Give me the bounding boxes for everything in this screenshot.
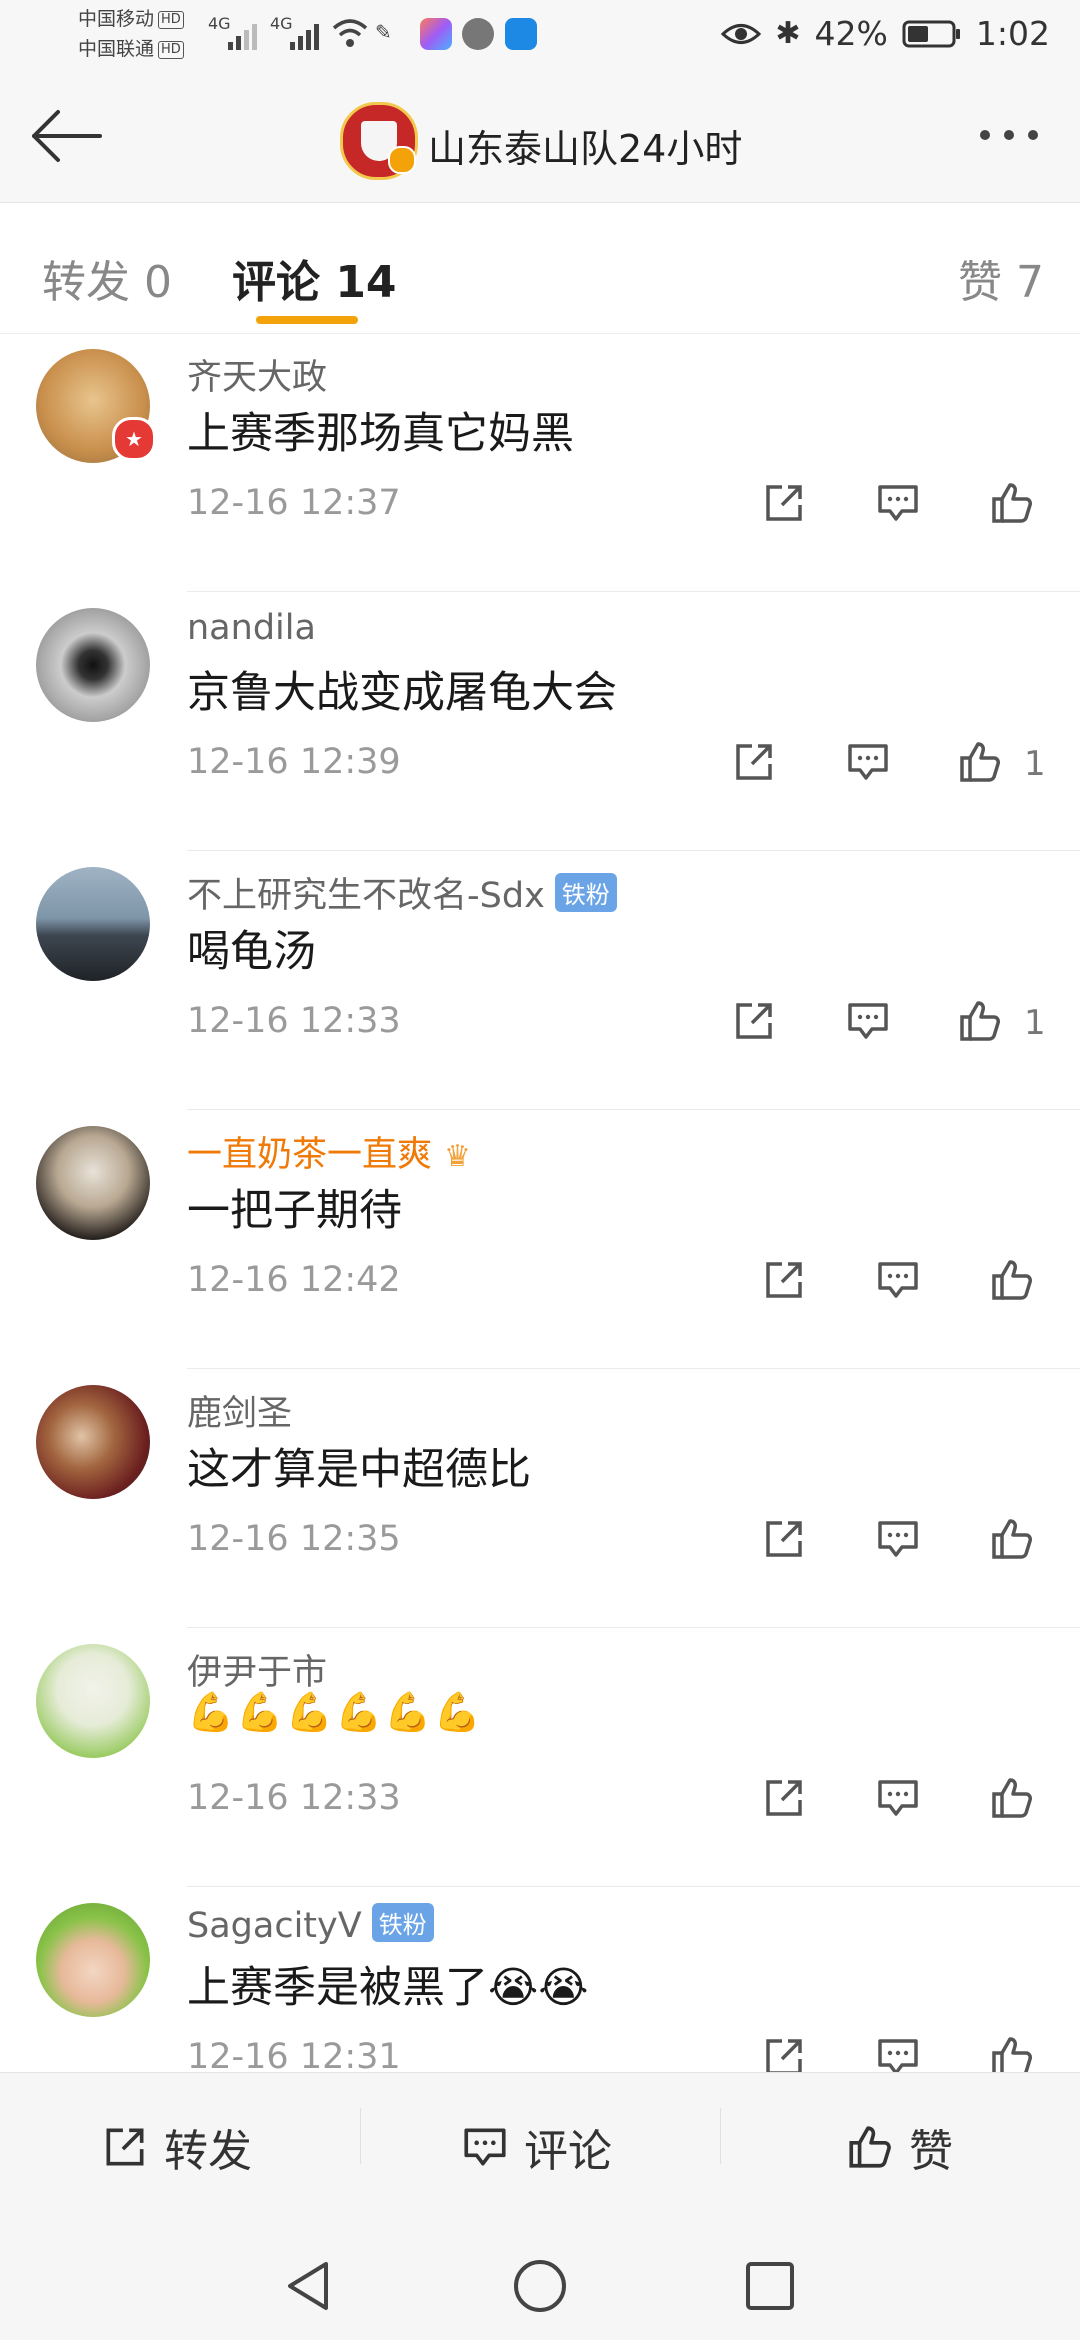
share-icon[interactable] bbox=[760, 1774, 808, 1822]
status-right: ✱ 42% 1:02 bbox=[721, 14, 1050, 53]
share-icon[interactable] bbox=[760, 1256, 808, 1304]
repost-label: 转发 bbox=[164, 2126, 252, 2177]
comment-text: 💪💪💪💪💪💪 bbox=[187, 1690, 483, 1734]
status-bar: 中国移动 HD 中国联通 HD 4G 4G ✎ ✱ 42% 1:02 bbox=[0, 0, 1080, 72]
fan-badge: 铁粉 bbox=[371, 1903, 434, 1942]
like-icon[interactable] bbox=[988, 1256, 1036, 1304]
app-icon-gray bbox=[462, 18, 494, 50]
reply-icon[interactable] bbox=[844, 738, 892, 786]
battery-icon bbox=[902, 20, 960, 47]
separator bbox=[360, 2108, 361, 2164]
tab-repost[interactable]: 转发 0 bbox=[42, 246, 172, 310]
comment-username[interactable]: nandila bbox=[187, 608, 316, 648]
comment-username[interactable]: 齐天大政 bbox=[187, 349, 327, 400]
comment-item[interactable]: ★ 齐天大政 上赛季那场真它妈黑 12-16 12:37 bbox=[0, 333, 1080, 592]
like-icon[interactable] bbox=[956, 738, 1004, 786]
avatar[interactable] bbox=[36, 1385, 150, 1499]
wifi-icon bbox=[332, 19, 368, 47]
comment-username[interactable]: 鹿剑圣 bbox=[187, 1385, 292, 1436]
comment-button[interactable]: 评论 bbox=[460, 2115, 612, 2179]
avatar[interactable] bbox=[36, 1644, 150, 1758]
like-icon[interactable] bbox=[956, 997, 1004, 1045]
bluetooth-icon: ✱ bbox=[775, 16, 801, 51]
avatar[interactable] bbox=[36, 608, 150, 722]
reply-icon[interactable] bbox=[874, 1774, 922, 1822]
separator bbox=[720, 2108, 721, 2164]
comment-username[interactable]: 伊尹于市 bbox=[187, 1644, 327, 1695]
carrier-2: 中国联通 HD bbox=[78, 38, 184, 60]
active-tab-indicator bbox=[256, 316, 358, 324]
like-count: 1 bbox=[1024, 744, 1046, 784]
like-count: 1 bbox=[1024, 1003, 1046, 1043]
clock: 1:02 bbox=[975, 14, 1050, 53]
comment-time: 12-16 12:37 bbox=[187, 483, 401, 523]
share-icon bbox=[106, 2128, 144, 2166]
comment-label: 评论 bbox=[524, 2126, 612, 2177]
nav-back-icon[interactable] bbox=[282, 2258, 334, 2314]
comment-time: 12-16 12:39 bbox=[187, 742, 401, 782]
page-title: 山东泰山队24小时 bbox=[428, 127, 743, 171]
comment-text: 一把子期待 bbox=[187, 1186, 402, 1236]
comment-username[interactable]: 不上研究生不改名-Sdx 铁粉 bbox=[187, 867, 617, 918]
comment-time: 12-16 12:35 bbox=[187, 1519, 401, 1559]
avatar[interactable] bbox=[36, 1903, 150, 2017]
comment-item[interactable]: 不上研究生不改名-Sdx 铁粉 喝龟汤 12-16 12:33 1 bbox=[0, 851, 1080, 1110]
nav-home-icon[interactable] bbox=[512, 2258, 568, 2314]
avatar[interactable] bbox=[36, 1126, 150, 1240]
tab-comment[interactable]: 评论 14 bbox=[232, 246, 397, 310]
comment-text: 喝龟汤 bbox=[187, 927, 316, 977]
app-icon-colorful bbox=[420, 18, 452, 50]
like-icon bbox=[849, 2126, 891, 2168]
comment-username[interactable]: 一直奶茶一直爽 ♛ bbox=[187, 1126, 471, 1177]
comment-text: 上赛季是被黑了😭😭 bbox=[187, 1963, 589, 2013]
comment-item[interactable]: 一直奶茶一直爽 ♛ 一把子期待 12-16 12:42 bbox=[0, 1110, 1080, 1369]
carrier-1: 中国移动 HD bbox=[78, 8, 184, 30]
reply-icon[interactable] bbox=[844, 997, 892, 1045]
share-icon[interactable] bbox=[730, 997, 778, 1045]
avatar[interactable] bbox=[36, 867, 150, 981]
more-icon[interactable] bbox=[980, 130, 1038, 140]
like-label: 赞 bbox=[909, 2126, 953, 2177]
comment-item[interactable]: 鹿剑圣 这才算是中超德比 12-16 12:35 bbox=[0, 1369, 1080, 1628]
battery-percent: 42% bbox=[814, 14, 888, 53]
signal-icon-2 bbox=[290, 24, 319, 50]
share-icon[interactable] bbox=[730, 738, 778, 786]
comment-time: 12-16 12:33 bbox=[187, 1001, 401, 1041]
like-button[interactable]: 赞 bbox=[845, 2115, 953, 2179]
comment-item[interactable]: nandila 京鲁大战变成屠龟大会 12-16 12:39 1 bbox=[0, 592, 1080, 851]
crown-icon: ♛ bbox=[444, 1139, 471, 1174]
like-icon[interactable] bbox=[988, 479, 1036, 527]
like-icon[interactable] bbox=[988, 1774, 1036, 1822]
like-icon[interactable] bbox=[988, 1515, 1036, 1563]
comment-text: 这才算是中超德比 bbox=[187, 1445, 531, 1495]
reply-icon[interactable] bbox=[874, 1515, 922, 1563]
fan-badge: 铁粉 bbox=[554, 873, 617, 912]
comment-username[interactable]: SagacityV 铁粉 bbox=[187, 1903, 434, 1946]
comment-text: 京鲁大战变成屠龟大会 bbox=[187, 668, 617, 718]
comment-text: 上赛季那场真它妈黑 bbox=[187, 409, 574, 459]
signal-icon-1 bbox=[228, 24, 257, 50]
share-icon[interactable] bbox=[760, 1515, 808, 1563]
tab-like[interactable]: 赞 7 bbox=[958, 246, 1044, 310]
app-notification-icon: ✎ bbox=[375, 20, 392, 44]
comment-icon bbox=[464, 2128, 506, 2166]
app-icon-blue bbox=[505, 18, 537, 50]
repost-button[interactable]: 转发 bbox=[100, 2115, 252, 2179]
comment-time: 12-16 12:42 bbox=[187, 1260, 401, 1300]
nav-recents-icon[interactable] bbox=[744, 2260, 796, 2312]
reply-icon[interactable] bbox=[874, 1256, 922, 1304]
member-badge-icon: ★ bbox=[112, 417, 156, 461]
back-arrow-icon[interactable] bbox=[28, 106, 104, 166]
verified-icon bbox=[388, 146, 416, 174]
reply-icon[interactable] bbox=[874, 479, 922, 527]
eye-icon bbox=[721, 23, 762, 44]
comment-item[interactable]: 伊尹于市 💪💪💪💪💪💪 12-16 12:33 bbox=[0, 1628, 1080, 1887]
comment-time: 12-16 12:33 bbox=[187, 1778, 401, 1818]
share-icon[interactable] bbox=[760, 479, 808, 527]
comment-time: 12-16 12:31 bbox=[187, 2037, 401, 2077]
